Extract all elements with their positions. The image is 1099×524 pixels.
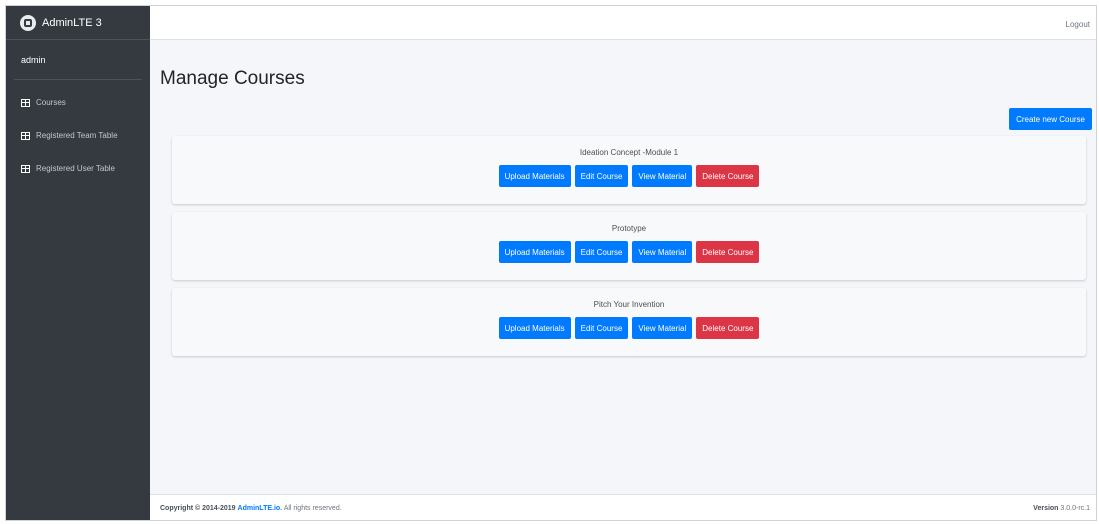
sidebar-item-registered-user-table[interactable]: Registered User Table	[6, 152, 150, 185]
footer: Copyright © 2014-2019 AdminLTE.io. All r…	[150, 494, 1096, 520]
sidebar: AdminLTE 3 admin Courses Registered Team…	[6, 6, 150, 520]
upload-materials-button[interactable]: Upload Materials	[498, 241, 571, 263]
adminlte-link[interactable]: AdminLTE.io.	[238, 505, 283, 512]
view-material-button[interactable]: View Material	[632, 165, 693, 187]
table-icon	[21, 164, 30, 173]
course-actions: Upload Materials Edit Course View Materi…	[172, 241, 1086, 263]
edit-course-button[interactable]: Edit Course	[574, 317, 629, 339]
sidebar-item-label: Registered User Table	[36, 164, 116, 173]
course-card: Ideation Concept -Module 1 Upload Materi…	[172, 136, 1086, 204]
version-value: 3.0.0-rc.1	[1060, 505, 1090, 512]
user-panel: admin	[14, 40, 142, 80]
upload-materials-button[interactable]: Upload Materials	[498, 165, 571, 187]
logout-link[interactable]: Logout	[1066, 20, 1090, 29]
edit-course-button[interactable]: Edit Course	[574, 241, 629, 263]
app-frame: AdminLTE 3 admin Courses Registered Team…	[6, 6, 1096, 520]
upload-materials-button[interactable]: Upload Materials	[498, 317, 571, 339]
top-navbar: Logout	[150, 6, 1096, 40]
table-icon	[21, 131, 30, 140]
course-title: Ideation Concept -Module 1	[579, 148, 679, 157]
copyright-prefix: Copyright © 2014-2019	[160, 505, 236, 512]
adminlte-logo-icon	[20, 14, 36, 31]
sidebar-item-courses[interactable]: Courses	[6, 86, 150, 119]
sidebar-item-label: Registered Team Table	[36, 131, 118, 140]
course-card: Pitch Your Invention Upload Materials Ed…	[172, 288, 1086, 356]
brand-link[interactable]: AdminLTE 3	[6, 6, 150, 40]
sidebar-nav: Courses Registered Team Table Registered…	[6, 86, 150, 185]
version-info: Version 3.0.0-rc.1	[1033, 505, 1090, 512]
sidebar-item-registered-team-table[interactable]: Registered Team Table	[6, 119, 150, 152]
table-icon	[21, 98, 30, 107]
course-actions: Upload Materials Edit Course View Materi…	[172, 165, 1086, 187]
view-material-button[interactable]: View Material	[632, 241, 693, 263]
rights-text: All rights reserved.	[283, 505, 342, 512]
sidebar-item-label: Courses	[36, 98, 66, 107]
delete-course-button[interactable]: Delete Course	[696, 165, 760, 187]
view-material-button[interactable]: View Material	[632, 317, 693, 339]
edit-course-button[interactable]: Edit Course	[574, 165, 629, 187]
create-course-button[interactable]: Create new Course	[1009, 108, 1092, 130]
course-card: Prototype Upload Materials Edit Course V…	[172, 212, 1086, 280]
main-content: Manage Courses Create new Course Ideatio…	[150, 40, 1096, 494]
course-title: Pitch Your Invention	[593, 300, 665, 309]
delete-course-button[interactable]: Delete Course	[696, 241, 760, 263]
brand-name: AdminLTE 3	[42, 16, 102, 29]
user-name[interactable]: admin	[21, 55, 46, 65]
version-label: Version	[1033, 505, 1059, 512]
course-title: Prototype	[611, 224, 647, 233]
course-actions: Upload Materials Edit Course View Materi…	[172, 317, 1086, 339]
copyright: Copyright © 2014-2019 AdminLTE.io. All r…	[160, 505, 342, 512]
delete-course-button[interactable]: Delete Course	[696, 317, 760, 339]
page-title: Manage Courses	[160, 68, 305, 89]
